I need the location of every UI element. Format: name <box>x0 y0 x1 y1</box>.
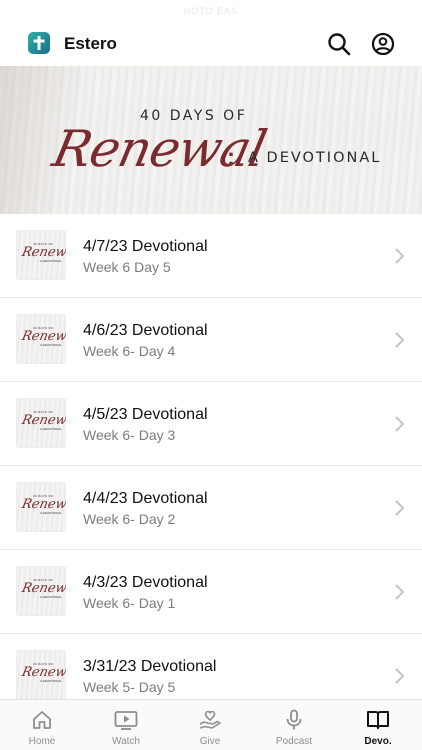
list-item[interactable]: 40 DAYS OF Renewal A DEVOTIONAL 4/4/23 D… <box>0 466 422 550</box>
thumbnail-script-text: Renewal <box>20 581 66 596</box>
microphone-icon <box>282 709 306 731</box>
list-item-title: 4/7/23 Devotional <box>83 238 208 255</box>
search-icon <box>328 33 351 56</box>
list-item-title: 3/31/23 Devotional <box>83 658 217 675</box>
search-button[interactable] <box>326 31 352 57</box>
chevron-right-icon <box>395 500 405 516</box>
devotional-thumbnail: 40 DAYS OF Renewal A DEVOTIONAL <box>16 566 66 616</box>
thumbnail-script-text: Renewal <box>20 245 66 260</box>
app-title: Estero <box>64 34 117 53</box>
list-item-subtitle: Week 6- Day 1 <box>83 595 176 611</box>
chevron-right-icon <box>395 584 405 600</box>
devotional-thumbnail: 40 DAYS OF Renewal A DEVOTIONAL <box>16 398 66 448</box>
app-header: Estero <box>0 22 422 66</box>
hero-banner: 40 DAYS OF Renewal : A DEVOTIONAL <box>0 66 422 214</box>
list-item-subtitle: Week 6 Day 5 <box>83 259 171 275</box>
chevron-right-icon <box>395 668 405 684</box>
thumbnail-script-text: Renewal <box>20 497 66 512</box>
chevron-right-icon <box>395 332 405 348</box>
list-item-title: 4/4/23 Devotional <box>83 490 208 507</box>
giving-hand-heart-icon <box>198 709 222 731</box>
tab-label: Give <box>199 736 221 747</box>
hero-script-title: Renewal <box>47 120 271 178</box>
chevron-right-icon <box>395 416 405 432</box>
list-item[interactable]: 40 DAYS OF Renewal A DEVOTIONAL 4/7/23 D… <box>0 214 422 298</box>
list-item-subtitle: Week 6- Day 4 <box>83 343 176 359</box>
devotional-thumbnail: 40 DAYS OF Renewal A DEVOTIONAL <box>16 482 66 532</box>
hero-subtitle: A DEVOTIONAL <box>248 150 382 166</box>
tab-devotional[interactable]: Devo. <box>336 700 420 750</box>
cross-logo-icon <box>28 32 50 54</box>
thumbnail-sub-text: A DEVOTIONAL <box>40 427 63 431</box>
tab-podcast[interactable]: Podcast <box>252 700 336 750</box>
list-item-subtitle: Week 6- Day 2 <box>83 511 176 527</box>
tab-home[interactable]: Home <box>0 700 84 750</box>
video-play-icon <box>114 709 138 731</box>
profile-button[interactable] <box>370 31 396 57</box>
tab-label: Watch <box>112 736 140 747</box>
tab-label: Devo. <box>364 736 392 747</box>
list-item-title: 4/3/23 Devotional <box>83 574 208 591</box>
tab-label: Podcast <box>275 736 313 747</box>
devotional-thumbnail: 40 DAYS OF Renewal A DEVOTIONAL <box>16 314 66 364</box>
tab-watch[interactable]: Watch <box>84 700 168 750</box>
list-item[interactable]: 40 DAYS OF Renewal A DEVOTIONAL 4/5/23 D… <box>0 382 422 466</box>
thumbnail-sub-text: A DEVOTIONAL <box>40 511 63 515</box>
devotional-thumbnail: 40 DAYS OF Renewal A DEVOTIONAL <box>16 230 66 280</box>
thumbnail-script-text: Renewal <box>20 413 66 428</box>
thumbnail-sub-text: A DEVOTIONAL <box>40 679 63 683</box>
list-item[interactable]: 40 DAYS OF Renewal A DEVOTIONAL 4/3/23 D… <box>0 550 422 634</box>
list-item-subtitle: Week 6- Day 3 <box>83 427 176 443</box>
chevron-right-icon <box>395 248 405 264</box>
list-item-title: 4/6/23 Devotional <box>83 322 208 339</box>
tab-label: Home <box>28 736 56 747</box>
open-book-icon <box>366 709 390 731</box>
devotional-thumbnail: 40 DAYS OF Renewal A DEVOTIONAL <box>16 650 66 700</box>
thumbnail-script-text: Renewal <box>20 665 66 680</box>
home-icon <box>30 709 54 731</box>
thumbnail-sub-text: A DEVOTIONAL <box>40 343 63 347</box>
thumbnail-sub-text: A DEVOTIONAL <box>40 595 63 599</box>
hero-colon: : <box>227 144 235 171</box>
bottom-tab-bar: Home Watch Give Podcast Devo. <box>0 699 422 750</box>
status-bar-text: HOTO EAS <box>183 6 239 16</box>
thumbnail-script-text: Renewal <box>20 329 66 344</box>
list-item[interactable]: 40 DAYS OF Renewal A DEVOTIONAL 4/6/23 D… <box>0 298 422 382</box>
person-circle-icon <box>371 32 395 56</box>
thumbnail-sub-text: A DEVOTIONAL <box>40 259 63 263</box>
list-item-title: 4/5/23 Devotional <box>83 406 208 423</box>
list-item-subtitle: Week 5- Day 5 <box>83 679 176 695</box>
tab-give[interactable]: Give <box>168 700 252 750</box>
status-bar: HOTO EAS <box>0 0 422 22</box>
